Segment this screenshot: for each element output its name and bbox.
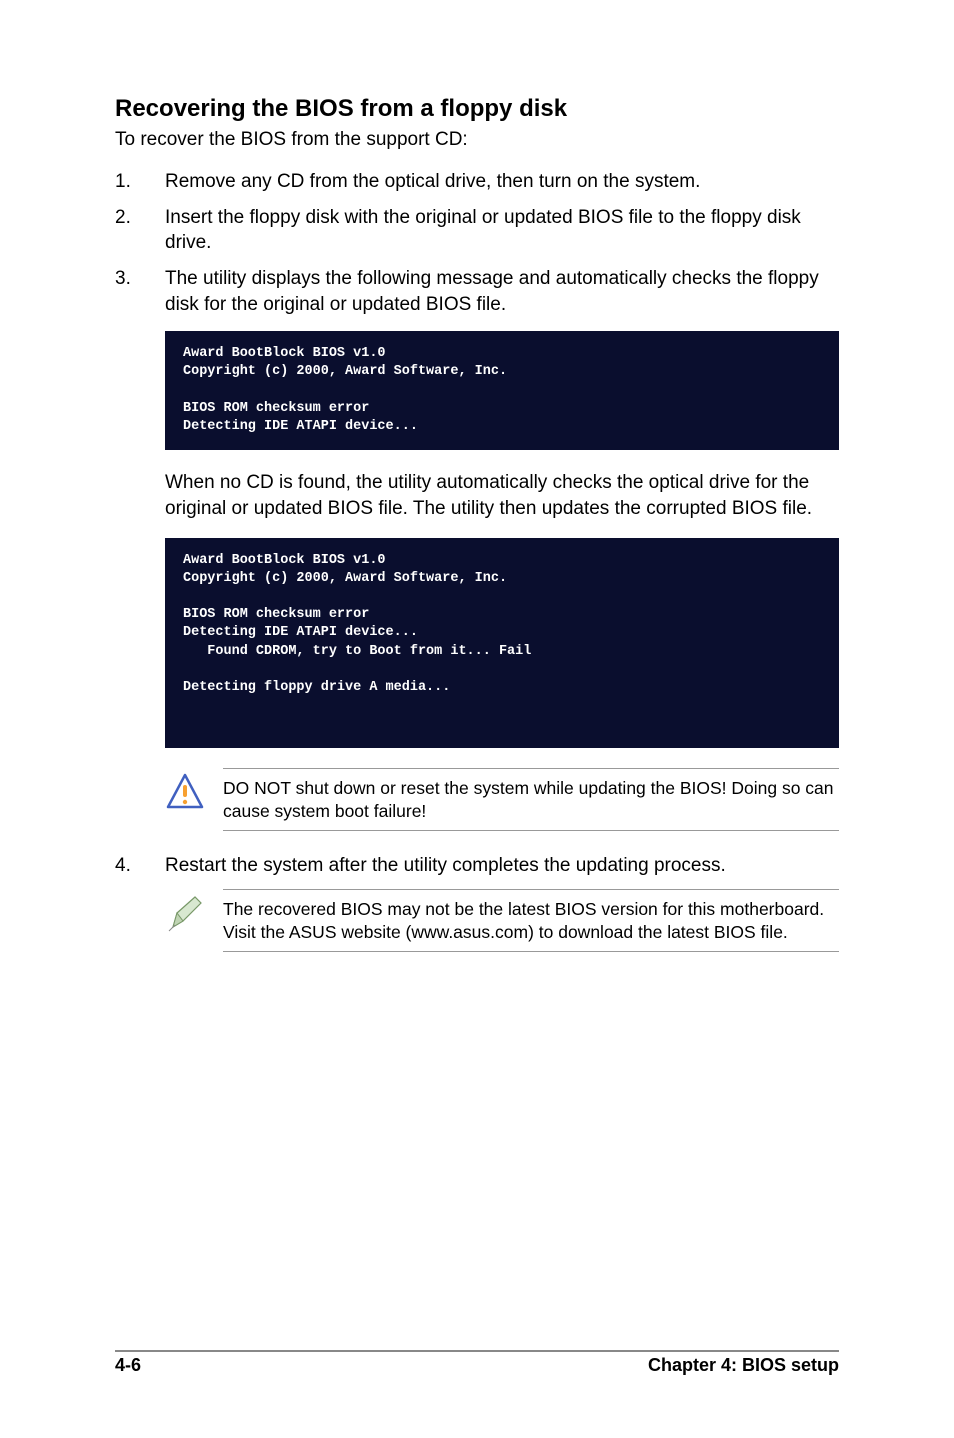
step-text: The utility displays the following messa… — [165, 266, 839, 317]
step-number: 4. — [115, 853, 165, 879]
note-text: The recovered BIOS may not be the latest… — [223, 889, 839, 953]
terminal-output-2: Award BootBlock BIOS v1.0 Copyright (c) … — [165, 538, 839, 748]
page-footer: 4-6 Chapter 4: BIOS setup — [115, 1350, 839, 1376]
step-text: Remove any CD from the optical drive, th… — [165, 169, 839, 195]
paragraph-after-terminal-1: When no CD is found, the utility automat… — [165, 470, 839, 521]
note-callout: The recovered BIOS may not be the latest… — [165, 889, 839, 953]
step-text: Insert the floppy disk with the original… — [165, 205, 839, 256]
page-number: 4-6 — [115, 1355, 141, 1376]
section-heading: Recovering the BIOS from a floppy disk — [115, 95, 839, 123]
step-number: 2. — [115, 205, 165, 256]
warning-icon — [165, 772, 209, 812]
chapter-label: Chapter 4: BIOS setup — [648, 1355, 839, 1376]
section-subheading: To recover the BIOS from the support CD: — [115, 129, 839, 151]
terminal-output-1: Award BootBlock BIOS v1.0 Copyright (c) … — [165, 331, 839, 450]
step-number: 1. — [115, 169, 165, 195]
pencil-note-icon — [165, 893, 209, 935]
step-number: 3. — [115, 266, 165, 317]
step-3: 3. The utility displays the following me… — [115, 266, 839, 317]
step-4: 4. Restart the system after the utility … — [115, 853, 839, 879]
step-text: Restart the system after the utility com… — [165, 853, 839, 879]
step-2: 2. Insert the floppy disk with the origi… — [115, 205, 839, 256]
warning-callout: DO NOT shut down or reset the system whi… — [165, 768, 839, 832]
warning-text: DO NOT shut down or reset the system whi… — [223, 768, 839, 832]
step-1: 1. Remove any CD from the optical drive,… — [115, 169, 839, 195]
